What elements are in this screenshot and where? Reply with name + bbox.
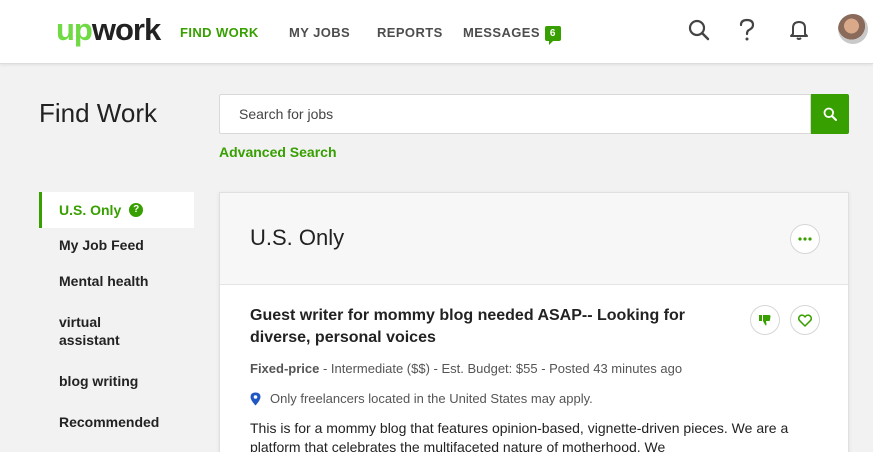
search-icon[interactable] bbox=[685, 16, 713, 44]
job-feed-card: U.S. Only Guest writer for mommy blog ne… bbox=[219, 192, 849, 452]
location-restriction: Only freelancers located in the United S… bbox=[250, 391, 593, 406]
help-icon[interactable]: ? bbox=[129, 203, 144, 217]
sidebar-item-recommended[interactable]: Recommended bbox=[39, 413, 194, 431]
job-description: This is for a mommy blog that features o… bbox=[250, 420, 789, 452]
nav-my-jobs[interactable]: MY JOBS bbox=[289, 0, 350, 64]
card-header: U.S. Only bbox=[220, 193, 848, 285]
more-options-button[interactable] bbox=[790, 224, 820, 254]
job-title[interactable]: Guest writer for mommy blog needed ASAP-… bbox=[250, 305, 730, 349]
avatar[interactable] bbox=[838, 14, 868, 44]
top-bar: upwork FIND WORK MY JOBS REPORTS MESSAGE… bbox=[0, 0, 873, 64]
sidebar-item-my-job-feed[interactable]: My Job Feed bbox=[39, 236, 194, 254]
sidebar-item-blog-writing[interactable]: blog writing bbox=[39, 372, 194, 390]
search-button[interactable] bbox=[811, 94, 849, 134]
job-meta: Fixed-price - Intermediate ($$) - Est. B… bbox=[250, 361, 682, 376]
nav-reports[interactable]: REPORTS bbox=[377, 0, 443, 64]
sidebar-item-virtual-assistant[interactable]: virtual assistant bbox=[39, 313, 159, 349]
search-input[interactable] bbox=[219, 94, 811, 134]
sidebar-item-us-only[interactable]: U.S. Only ? bbox=[39, 192, 194, 228]
save-job-button[interactable] bbox=[790, 305, 820, 335]
advanced-search-link[interactable]: Advanced Search bbox=[219, 144, 337, 160]
nav-messages[interactable]: MESSAGES 6 bbox=[463, 0, 561, 64]
ellipsis-icon bbox=[798, 237, 812, 241]
bell-icon[interactable] bbox=[785, 16, 813, 44]
job-type: Fixed-price bbox=[250, 361, 320, 376]
thumbs-down-icon bbox=[759, 315, 771, 326]
help-icon[interactable] bbox=[733, 16, 761, 44]
feed-title: U.S. Only bbox=[250, 225, 345, 250]
location-pin-icon bbox=[250, 392, 261, 405]
nav-find-work[interactable]: FIND WORK bbox=[180, 0, 259, 64]
page-title: Find Work bbox=[39, 98, 157, 128]
dislike-job-button[interactable] bbox=[750, 305, 780, 335]
heart-icon bbox=[798, 313, 812, 327]
sidebar-item-mental-health[interactable]: Mental health bbox=[39, 272, 194, 290]
search-icon bbox=[823, 107, 837, 121]
messages-count-badge: 6 bbox=[544, 25, 561, 45]
upwork-logo[interactable]: upwork bbox=[56, 12, 161, 48]
job-details: - Intermediate ($$) - Est. Budget: $55 -… bbox=[319, 361, 683, 376]
